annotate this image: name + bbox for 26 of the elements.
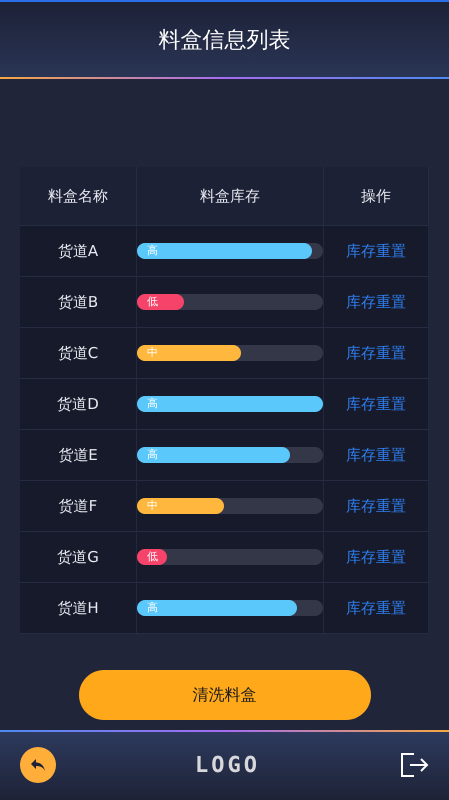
lane-name: 货道B	[58, 292, 98, 314]
exit-icon	[398, 751, 429, 780]
lane-name: 货道E	[58, 445, 98, 466]
column-header: 料盒库存	[200, 186, 260, 208]
lane-name: 货道C	[58, 343, 98, 364]
stock-level-label: 低	[146, 549, 158, 566]
exit-button[interactable]	[398, 751, 429, 780]
stock-level-label: 高	[146, 396, 158, 412]
stock-level-label: 高	[146, 447, 158, 464]
page-title: 料盒信息列表	[158, 27, 290, 56]
stock-level-label: 中	[146, 345, 158, 362]
stock-level-label: 高	[146, 600, 158, 616]
clean-button[interactable]: 清洗料盒	[78, 670, 370, 720]
lane-name: 货道A	[58, 241, 98, 262]
back-button[interactable]	[20, 747, 56, 784]
stock-level-label: 高	[146, 243, 158, 260]
lane-name: 货道F	[58, 496, 98, 518]
logo: LOGO	[195, 752, 260, 780]
lane-name: 货道D	[57, 394, 99, 416]
column-header: 料盒名称	[48, 186, 108, 208]
column-header: 操作	[361, 186, 391, 208]
back-arrow-icon	[30, 758, 46, 772]
stock-level-label: 中	[146, 498, 158, 514]
stock-level-label: 低	[146, 294, 158, 310]
lane-name: 货道G	[57, 547, 99, 568]
lane-name: 货道H	[57, 598, 99, 620]
